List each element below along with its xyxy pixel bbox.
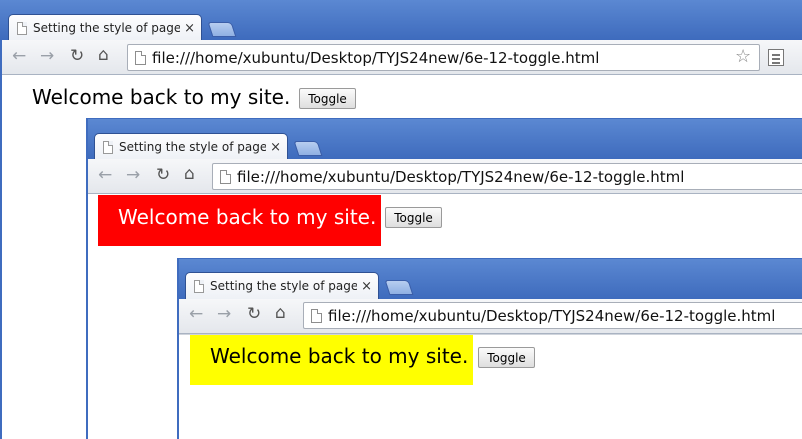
- page-icon: [135, 50, 146, 65]
- close-tab-icon[interactable]: ×: [184, 21, 195, 36]
- home-icon[interactable]: ⌂: [98, 47, 109, 64]
- close-tab-icon[interactable]: ×: [270, 140, 281, 155]
- home-icon[interactable]: ⌂: [275, 305, 286, 322]
- welcome-banner: Welcome back to my site.: [98, 195, 381, 246]
- forward-arrow-icon[interactable]: →: [217, 306, 231, 323]
- welcome-banner: Welcome back to my site.: [190, 335, 473, 385]
- toolbar: ← → ↻ ⌂ file:///home/xubuntu/Desktop/TYJ…: [0, 40, 802, 75]
- browser-window-3: Setting the style of page × ← → ↻ ⌂ file…: [177, 258, 802, 439]
- toolbar: ← → ↻ ⌂ file:///home/xubuntu/Desktop/TYJ…: [179, 299, 802, 334]
- page-icon: [220, 169, 231, 184]
- tab-title: Setting the style of page: [119, 140, 267, 154]
- tab-title: Setting the style of page: [210, 279, 358, 293]
- address-bar[interactable]: file:///home/xubuntu/Desktop/TYJS24new/6…: [212, 163, 802, 190]
- new-tab-button[interactable]: [384, 280, 414, 295]
- browser-tab[interactable]: Setting the style of page ×: [94, 133, 288, 160]
- toggle-button[interactable]: Toggle: [478, 347, 535, 368]
- toolbar: ← → ↻ ⌂ file:///home/xubuntu/Desktop/TYJ…: [88, 159, 802, 194]
- address-bar[interactable]: file:///home/xubuntu/Desktop/TYJS24new/6…: [303, 302, 802, 329]
- reload-icon[interactable]: ↻: [70, 48, 84, 65]
- page-icon: [194, 279, 204, 293]
- welcome-text: Welcome back to my site.: [118, 205, 377, 229]
- reload-icon[interactable]: ↻: [156, 167, 170, 184]
- toggle-button[interactable]: Toggle: [299, 88, 356, 109]
- new-tab-button[interactable]: [207, 22, 237, 37]
- window-border-left: [0, 40, 2, 439]
- url-text: file:///home/xubuntu/Desktop/TYJS24new/6…: [152, 48, 600, 67]
- forward-arrow-icon[interactable]: →: [40, 48, 54, 65]
- page-icon: [103, 140, 113, 154]
- welcome-text: Welcome back to my site.: [210, 344, 469, 368]
- home-icon[interactable]: ⌂: [184, 166, 195, 183]
- menu-icon[interactable]: [768, 49, 784, 66]
- page-icon: [17, 21, 27, 35]
- browser-tab[interactable]: Setting the style of page ×: [8, 14, 202, 41]
- url-text: file:///home/xubuntu/Desktop/TYJS24new/6…: [237, 167, 685, 186]
- toggle-button[interactable]: Toggle: [385, 207, 442, 228]
- browser-tab[interactable]: Setting the style of page ×: [185, 272, 379, 299]
- page-icon: [311, 308, 322, 323]
- tab-title: Setting the style of page: [33, 21, 181, 35]
- star-icon[interactable]: ☆: [735, 46, 751, 67]
- url-text: file:///home/xubuntu/Desktop/TYJS24new/6…: [328, 306, 776, 325]
- back-arrow-icon[interactable]: ←: [12, 48, 26, 65]
- welcome-text: Welcome back to my site.: [32, 85, 291, 109]
- reload-icon[interactable]: ↻: [247, 306, 261, 323]
- new-tab-button[interactable]: [293, 141, 323, 156]
- close-tab-icon[interactable]: ×: [361, 279, 372, 294]
- back-arrow-icon[interactable]: ←: [98, 167, 112, 184]
- page-content: Welcome back to my site. Toggle: [179, 334, 802, 439]
- back-arrow-icon[interactable]: ←: [189, 306, 203, 323]
- address-bar[interactable]: file:///home/xubuntu/Desktop/TYJS24new/6…: [127, 44, 760, 71]
- forward-arrow-icon[interactable]: →: [126, 167, 140, 184]
